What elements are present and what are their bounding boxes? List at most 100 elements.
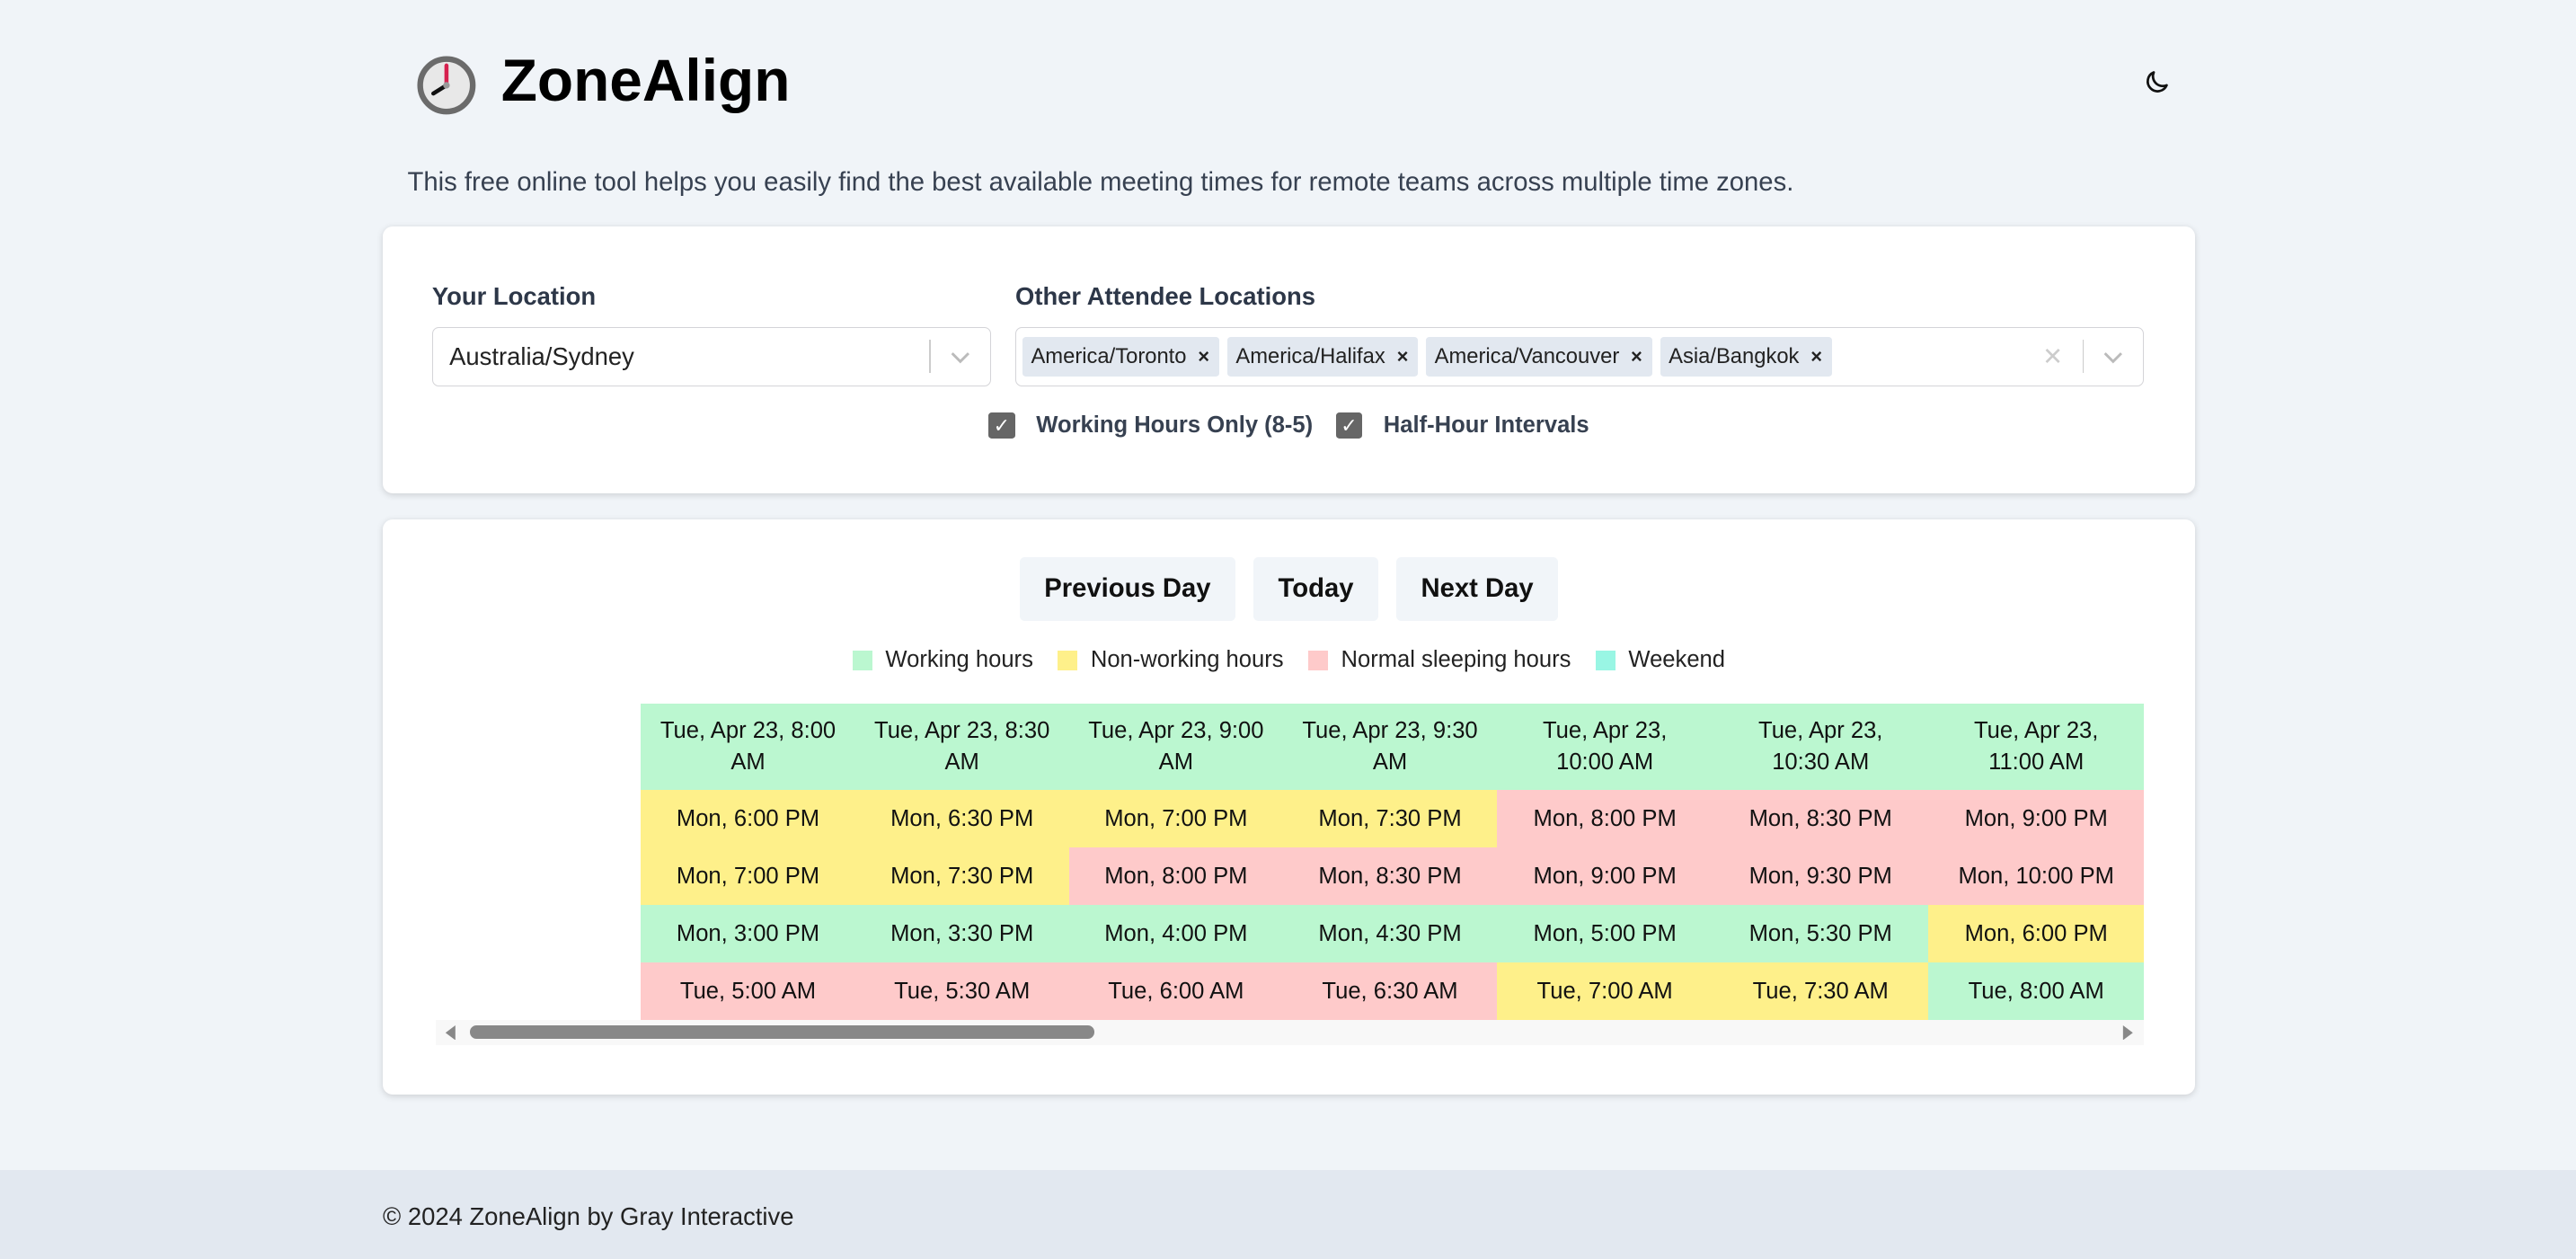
remove-chip-icon[interactable]: × — [1799, 345, 1832, 368]
chip-label: America/Vancouver — [1434, 343, 1620, 368]
time-cell: Tue, 7:00 AM — [1497, 962, 1713, 1021]
working-hours-checkbox[interactable]: ✓ — [988, 412, 1015, 439]
legend-label: Non-working hours — [1090, 647, 1284, 673]
legend-item: Working hours — [852, 647, 1033, 673]
legend-item: Non-working hours — [1058, 647, 1284, 673]
clock-icon — [417, 56, 476, 115]
footer: © 2024 ZoneAlign by Gray Interactive — [0, 1169, 2576, 1259]
page-description: This free online tool helps you easily f… — [407, 167, 1794, 197]
remove-chip-icon[interactable]: × — [1619, 345, 1652, 368]
scroll-right-icon[interactable] — [2121, 1024, 2135, 1041]
schedule-card: Previous Day Today Next Day Working hour… — [383, 519, 2195, 1095]
time-cell: Tue, 5:00 AM — [641, 962, 855, 1021]
next-day-button[interactable]: Next Day — [1396, 556, 1559, 622]
time-cell: Mon, 9:00 PM — [1497, 847, 1713, 906]
scroll-left-icon[interactable] — [444, 1024, 457, 1041]
row-label-cell — [435, 847, 642, 906]
your-location-value: Australia/Sydney — [449, 341, 634, 370]
time-cell: Mon, 4:30 PM — [1282, 905, 1498, 963]
time-cell: Mon, 7:00 PM — [1068, 790, 1283, 848]
other-locations-select[interactable]: America/Toronto × America/Halifax × Americ… — [1015, 326, 2145, 386]
today-button[interactable]: Today — [1253, 556, 1378, 622]
time-cell: Tue, 6:00 AM — [1068, 962, 1283, 1021]
legend-item: Weekend — [1595, 647, 1726, 673]
timezone-grid: Tue, Apr 23, 8:00 AM Tue, Apr 23, 8:30 AM… — [435, 703, 2145, 1021]
time-cell: Tue, 8:00 AM — [1928, 962, 2145, 1021]
chevron-down-icon[interactable] — [931, 345, 990, 368]
time-cell: Mon, 9:30 PM — [1713, 847, 1929, 906]
header-row: Tue, Apr 23, 8:00 AM Tue, Apr 23, 8:30 AM… — [435, 703, 2145, 791]
time-header-cell: Tue, Apr 23, 10:30 AM — [1713, 703, 1929, 791]
time-cell: Tue, 6:30 AM — [1282, 962, 1498, 1021]
time-cell: Mon, 4:00 PM — [1068, 905, 1283, 963]
time-cell: Mon, 5:00 PM — [1497, 905, 1713, 963]
legend-label: Working hours — [885, 647, 1033, 673]
time-cell: Tue, 7:30 AM — [1713, 962, 1929, 1021]
time-cell: Mon, 5:30 PM — [1713, 905, 1929, 963]
half-hour-checkbox[interactable]: ✓ — [1335, 412, 1363, 439]
scrollbar-thumb[interactable] — [469, 1024, 1094, 1039]
time-cell: Mon, 8:00 PM — [1068, 847, 1283, 906]
working-hours-label: Working Hours Only (8-5) — [1036, 412, 1314, 439]
options-row: ✓ Working Hours Only (8-5) ✓ Half-Hour I… — [383, 412, 2195, 439]
legend-label: Weekend — [1628, 647, 1726, 673]
time-cell: Mon, 8:30 PM — [1282, 847, 1498, 906]
location-chip: America/Vancouver × — [1426, 336, 1652, 377]
legend-swatch — [852, 650, 872, 670]
time-cell: Mon, 9:00 PM — [1928, 790, 2145, 848]
row-label-cell — [435, 703, 642, 791]
time-cell: Tue, 5:30 AM — [854, 962, 1069, 1021]
table-row: Mon, 6:00 PM Mon, 6:30 PM Mon, 7:00 PM Mon,… — [435, 790, 2145, 848]
app-title: ZoneAlign — [500, 47, 791, 114]
time-cell: Mon, 6:30 PM — [854, 790, 1069, 848]
time-cell: Mon, 6:00 PM — [1928, 905, 2145, 963]
time-header-cell: Tue, Apr 23, 10:00 AM — [1497, 703, 1713, 791]
legend-swatch — [1058, 650, 1078, 670]
other-locations-label: Other Attendee Locations — [1015, 282, 1315, 311]
legend: Working hours Non-working hours Normal sle… — [383, 647, 2195, 673]
remove-chip-icon[interactable]: × — [1385, 345, 1419, 368]
location-chip: America/Halifax × — [1227, 336, 1419, 377]
timezone-grid-scroller[interactable]: Tue, Apr 23, 8:00 AM Tue, Apr 23, 8:30 AM… — [435, 703, 2145, 1021]
remove-chip-icon[interactable]: × — [1187, 345, 1220, 368]
legend-item: Normal sleeping hours — [1307, 647, 1571, 673]
time-header-cell: Tue, Apr 23, 9:30 AM — [1282, 703, 1498, 791]
location-chip: Asia/Bangkok × — [1660, 336, 1833, 377]
row-label-cell — [435, 962, 642, 1021]
chevron-down-icon[interactable] — [2084, 345, 2143, 368]
time-cell: Mon, 3:00 PM — [641, 905, 855, 963]
row-label-cell — [435, 905, 642, 963]
time-cell: Mon, 6:00 PM — [641, 790, 855, 848]
time-cell: Mon, 7:30 PM — [1282, 790, 1498, 848]
time-cell: Mon, 8:30 PM — [1713, 790, 1929, 848]
copyright-text: © 2024 ZoneAlign by Gray Interactive — [383, 1202, 794, 1231]
time-header-cell: Tue, Apr 23, 8:30 AM — [854, 703, 1069, 791]
time-cell: Mon, 7:00 PM — [641, 847, 855, 906]
your-location-label: Your Location — [431, 282, 597, 311]
time-header-cell: Tue, Apr 23, 11:00 AM — [1928, 703, 2145, 791]
previous-day-button[interactable]: Previous Day — [1019, 556, 1235, 622]
your-location-select[interactable]: Australia/Sydney — [431, 326, 991, 386]
table-row: Mon, 3:00 PM Mon, 3:30 PM Mon, 4:00 PM Mon,… — [435, 905, 2145, 963]
table-row: Mon, 7:00 PM Mon, 7:30 PM Mon, 8:00 PM Mon,… — [435, 847, 2145, 906]
legend-label: Normal sleeping hours — [1341, 647, 1571, 673]
half-hour-label: Half-Hour Intervals — [1383, 412, 1589, 439]
time-cell: Mon, 8:00 PM — [1497, 790, 1713, 848]
legend-swatch — [1307, 650, 1328, 670]
clear-all-icon[interactable]: ✕ — [2023, 342, 2083, 371]
chip-label: Asia/Bangkok — [1669, 343, 1800, 368]
horizontal-scrollbar[interactable] — [435, 1020, 2145, 1045]
legend-swatch — [1595, 650, 1616, 670]
time-header-cell: Tue, Apr 23, 8:00 AM — [641, 703, 855, 791]
row-label-cell — [435, 790, 642, 848]
time-cell: Mon, 10:00 PM — [1928, 847, 2145, 906]
location-chip: America/Toronto × — [1022, 336, 1220, 377]
day-navigation: Previous Day Today Next Day — [383, 556, 2195, 622]
table-row: Tue, 5:00 AM Tue, 5:30 AM Tue, 6:00 AM Tue,… — [435, 962, 2145, 1021]
chip-label: America/Halifax — [1235, 343, 1385, 368]
time-cell: Mon, 7:30 PM — [854, 847, 1069, 906]
settings-card: Your Location Australia/Sydney Other Att… — [383, 226, 2195, 493]
app-root: ZoneAlign This free online tool helps yo… — [0, 0, 2576, 1259]
chip-label: America/Toronto — [1031, 343, 1187, 368]
moon-icon[interactable] — [2142, 67, 2172, 97]
